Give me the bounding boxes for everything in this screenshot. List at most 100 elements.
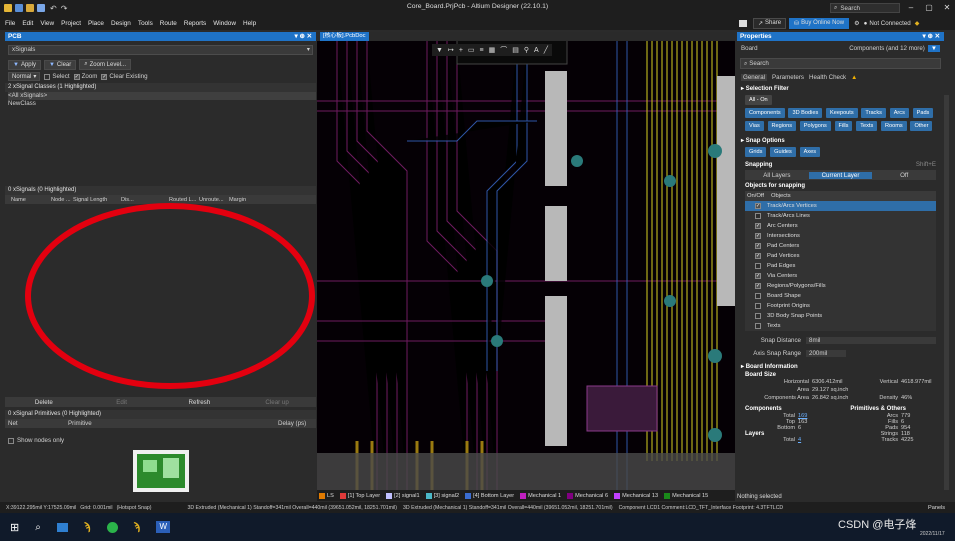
pin-icon[interactable]: ⚲: [524, 46, 529, 54]
layer-tab-mech13[interactable]: Mechanical 13: [614, 492, 658, 499]
snap-off[interactable]: Off: [872, 172, 936, 179]
user-icon[interactable]: ●: [864, 20, 868, 27]
select-rect-icon[interactable]: ▭: [468, 46, 475, 54]
buy-online-button[interactable]: ⛁ Buy Online Now: [789, 17, 850, 29]
route-tool-icon[interactable]: ↦: [448, 46, 454, 54]
new-file-icon[interactable]: [15, 4, 23, 12]
snap-object-row[interactable]: 3D Body Snap Points: [745, 311, 936, 321]
snap-object-row[interactable]: Board Shape: [745, 291, 936, 301]
show-nodes-checkbox[interactable]: [8, 437, 14, 444]
menu-tools[interactable]: Tools: [138, 20, 153, 27]
menu-help[interactable]: Help: [243, 20, 256, 27]
layer-tab-bottom[interactable]: [4] Bottom Layer: [465, 492, 514, 499]
snap-object-checkbox[interactable]: [755, 293, 761, 299]
windows-start-icon[interactable]: ⊞: [10, 521, 19, 534]
panel-pin-icon[interactable]: ▾ ⊕ ✕: [923, 32, 940, 41]
filter-vias[interactable]: Vias: [745, 121, 764, 131]
menu-reports[interactable]: Reports: [184, 20, 206, 27]
all-on-button[interactable]: All - On: [745, 95, 772, 105]
class-item[interactable]: NewClass: [8, 100, 316, 108]
snap-object-checkbox[interactable]: [755, 213, 761, 219]
clear-button[interactable]: ▼ Clear: [43, 59, 77, 70]
snap-object-checkbox[interactable]: ✓: [755, 233, 761, 239]
axis-snap-input[interactable]: 200mil: [806, 349, 846, 357]
menu-view[interactable]: View: [40, 20, 54, 27]
search-icon[interactable]: ⌕: [35, 522, 41, 533]
component-icon[interactable]: ▤: [512, 46, 519, 54]
layer-tab-mech6[interactable]: Mechanical 6: [567, 492, 608, 499]
snap-current-layer[interactable]: Current Layer: [808, 171, 873, 179]
zoom-checkbox[interactable]: ✓: [73, 73, 80, 80]
filter-polygons[interactable]: Polygons: [799, 121, 831, 131]
layer-tab-mech1[interactable]: Mechanical 1: [520, 492, 561, 499]
refresh-button[interactable]: Refresh: [161, 399, 239, 406]
filter-pads[interactable]: Pads: [912, 108, 934, 118]
filter-other[interactable]: Other: [910, 121, 933, 131]
board-preview[interactable]: [133, 450, 189, 492]
file-explorer-icon[interactable]: [56, 522, 68, 532]
layer-tab-top[interactable]: [1] Top Layer: [339, 492, 380, 499]
plus-tool-icon[interactable]: +: [459, 47, 463, 54]
filter-components[interactable]: Components: [745, 108, 785, 118]
filter-fills[interactable]: Fills: [834, 121, 853, 131]
snap-object-checkbox[interactable]: [755, 263, 761, 269]
menu-window[interactable]: Window: [213, 20, 236, 27]
snap-all-layers[interactable]: All Layers: [745, 172, 809, 179]
menu-edit[interactable]: Edit: [22, 20, 33, 27]
filter-rooms[interactable]: Rooms: [881, 121, 907, 131]
snap-grids[interactable]: Grids: [745, 147, 767, 157]
snap-object-row[interactable]: Pad Edges: [745, 261, 936, 271]
line-tool-icon[interactable]: ╱: [544, 46, 548, 54]
class-item[interactable]: <All xSignals>: [8, 92, 316, 100]
text-tool-icon[interactable]: A: [534, 47, 539, 54]
snap-distance-input[interactable]: 8mil: [806, 336, 936, 344]
snap-object-row[interactable]: ✓ Via Centers: [745, 271, 936, 281]
open-folder-icon[interactable]: [26, 4, 34, 12]
snap-options-title[interactable]: ▸ Snap Options: [737, 134, 944, 147]
altium-icon-2[interactable]: ϡ: [134, 521, 141, 533]
filter-3d-bodies[interactable]: 3D Bodies: [788, 108, 823, 118]
menu-design[interactable]: Design: [111, 20, 131, 27]
align-tool-icon[interactable]: ≡: [480, 47, 484, 54]
components-filter[interactable]: Components (and 12 more): [849, 45, 925, 52]
word-icon[interactable]: W: [156, 521, 171, 533]
snap-object-row[interactable]: Footprint Origins: [745, 301, 936, 311]
layer-tab-signal2[interactable]: [3] signal2: [425, 492, 459, 499]
col-delay[interactable]: Delay (ps): [278, 420, 306, 427]
pcb-canvas[interactable]: [317, 41, 735, 490]
board-information-title[interactable]: ▸ Board Information: [737, 358, 944, 372]
snap-object-checkbox[interactable]: ✓: [755, 283, 761, 289]
snap-object-checkbox[interactable]: ✓: [755, 273, 761, 279]
filter-arcs[interactable]: Arcs: [889, 108, 909, 118]
zoom-level-button[interactable]: ⌕ Zoom Level...: [79, 59, 131, 70]
snap-object-checkbox[interactable]: ✓: [755, 243, 761, 249]
screen-icon[interactable]: [739, 19, 747, 27]
settings-gear-icon[interactable]: ⚙: [854, 20, 860, 27]
connection-status[interactable]: Not Connected: [869, 20, 910, 27]
interactive-route-icon[interactable]: ⌒: [500, 45, 507, 55]
filter-icon[interactable]: ▼: [927, 44, 940, 52]
snap-object-row[interactable]: ✓ Intersections: [745, 231, 936, 241]
redo-icon[interactable]: ↷: [61, 4, 68, 13]
snap-object-row[interactable]: ✓ Pad Vertices: [745, 251, 936, 261]
select-option[interactable]: Select: [44, 73, 70, 80]
menu-place[interactable]: Place: [88, 20, 104, 27]
snap-guides[interactable]: Guides: [770, 147, 796, 157]
close-button[interactable]: ✕: [938, 3, 955, 12]
snap-object-row[interactable]: Texts: [745, 321, 936, 331]
col-net[interactable]: Net: [8, 420, 68, 427]
menu-file[interactable]: File: [5, 20, 15, 27]
col-primitive[interactable]: Primitive: [68, 420, 278, 427]
snap-object-row[interactable]: ✓ Pad Centers: [745, 241, 936, 251]
tab-parameters[interactable]: Parameters: [772, 74, 804, 81]
menu-project[interactable]: Project: [61, 20, 81, 27]
tab-health-check[interactable]: Health Check: [809, 74, 846, 81]
snap-object-checkbox[interactable]: [755, 323, 761, 329]
snap-object-row[interactable]: ✓ Track/Arcs Vertices: [745, 201, 936, 211]
tab-general[interactable]: General: [741, 73, 768, 81]
filter-tracks[interactable]: Tracks: [861, 108, 886, 118]
layer-tab-mech15[interactable]: Mechanical 15: [664, 492, 708, 499]
layers-total-link[interactable]: 4: [798, 437, 838, 443]
minimize-button[interactable]: ‒: [902, 3, 920, 12]
clear-up-button[interactable]: Clear up: [238, 399, 316, 406]
